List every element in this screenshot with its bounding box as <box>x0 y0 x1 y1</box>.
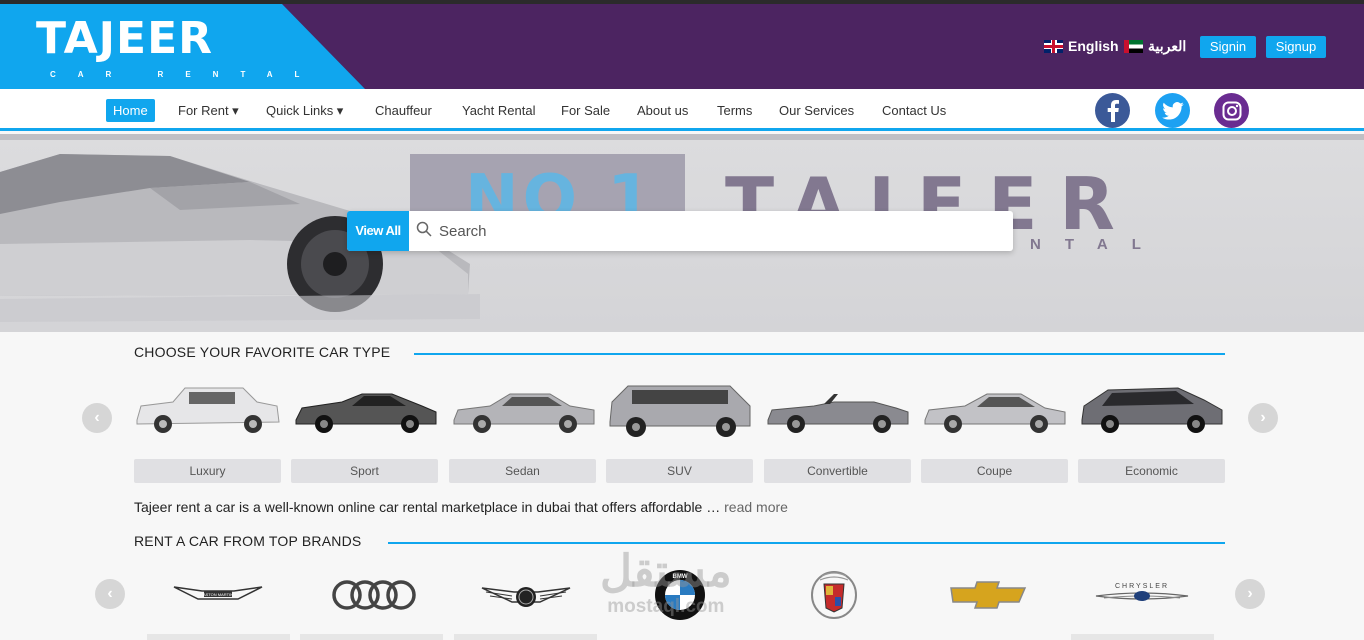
brand-chevrolet[interactable] <box>933 565 1043 625</box>
car-types-next-button[interactable]: › <box>1248 403 1278 433</box>
card-edge <box>147 634 290 640</box>
coupe-car-image[interactable] <box>921 380 1069 440</box>
nav-quick-links[interactable]: Quick Links ▾ <box>259 99 350 122</box>
view-all-button[interactable]: View All <box>347 211 409 251</box>
instagram-icon[interactable] <box>1214 93 1249 128</box>
luxury-car-image[interactable] <box>133 380 281 440</box>
nav-chauffeur[interactable]: Chauffeur <box>368 99 439 122</box>
nav-our-services[interactable]: Our Services <box>772 99 861 122</box>
watermark: مستقل mostaql.com <box>600 548 732 618</box>
uk-flag-icon <box>1044 39 1063 53</box>
card-edge <box>300 634 443 640</box>
lang-english-link[interactable]: English <box>1044 38 1119 54</box>
chevron-left-icon: ‹ <box>94 409 100 426</box>
car-type-convertible[interactable]: Convertible <box>764 459 911 483</box>
description-text: Tajeer rent a car is a well-known online… <box>134 499 788 515</box>
sedan-car-image[interactable] <box>450 380 598 440</box>
brand-cadillac[interactable] <box>779 565 889 625</box>
sport-car-image[interactable] <box>292 380 440 440</box>
car-type-luxury[interactable]: Luxury <box>134 459 281 483</box>
brands-title: RENT A CAR FROM TOP BRANDS <box>134 533 362 549</box>
lang-arabic-link[interactable]: العربية <box>1124 38 1186 55</box>
brand-chrysler[interactable]: CHRYSLER <box>1087 565 1197 625</box>
car-types-divider <box>414 353 1225 355</box>
car-type-coupe[interactable]: Coupe <box>921 459 1068 483</box>
audi-logo-icon <box>332 580 416 610</box>
search-icon <box>416 221 432 242</box>
search-input[interactable] <box>439 219 999 243</box>
chevron-left-icon: ‹ <box>107 585 113 602</box>
logo[interactable]: TAJEER <box>36 14 213 64</box>
nav-home[interactable]: Home <box>106 99 155 122</box>
description-body: Tajeer rent a car is a well-known online… <box>134 499 721 515</box>
car-type-sport[interactable]: Sport <box>291 459 438 483</box>
card-edge <box>454 634 597 640</box>
header: TAJEER CAR RENTAL English العربية Signin… <box>0 4 1364 89</box>
aston-martin-logo-icon: ASTON MARTIN <box>173 586 263 600</box>
brands-next-button[interactable]: › <box>1235 579 1265 609</box>
nav-about-us[interactable]: About us <box>630 99 695 122</box>
suv-car-image[interactable] <box>606 380 754 440</box>
watermark-latin: mostaql.com <box>607 596 725 617</box>
uae-flag-icon <box>1124 40 1143 53</box>
chevron-right-icon: › <box>1247 585 1253 602</box>
car-type-suv[interactable]: SUV <box>606 459 753 483</box>
lang-arabic-label: العربية <box>1148 38 1187 54</box>
car-type-economic[interactable]: Economic <box>1078 459 1225 483</box>
chrysler-logo-text: CHRYSLER <box>1115 583 1169 590</box>
brands-prev-button[interactable]: ‹ <box>95 579 125 609</box>
signup-button[interactable]: Signup <box>1266 36 1326 58</box>
brand-aston-martin[interactable]: ASTON MARTIN <box>163 565 273 625</box>
signin-button[interactable]: Signin <box>1200 36 1256 58</box>
watermark-arabic: مستقل <box>600 547 732 596</box>
facebook-icon[interactable] <box>1095 93 1130 128</box>
hero-stripe <box>0 134 1364 140</box>
bentley-logo-icon <box>481 587 571 607</box>
twitter-icon[interactable] <box>1155 93 1190 128</box>
cadillac-logo-icon <box>811 571 857 619</box>
brand-bentley[interactable] <box>471 565 581 625</box>
nav-contact-us[interactable]: Contact Us <box>875 99 953 122</box>
car-types-prev-button[interactable]: ‹ <box>82 403 112 433</box>
nav-terms[interactable]: Terms <box>710 99 759 122</box>
read-more-link[interactable]: read more <box>724 499 788 515</box>
nav-for-sale[interactable]: For Sale <box>554 99 617 122</box>
search-bar: View All <box>347 211 1013 251</box>
lang-english-label: English <box>1068 38 1119 54</box>
aston-martin-logo-text: ASTON MARTIN <box>203 592 233 597</box>
convertible-car-image[interactable] <box>764 380 912 440</box>
nav-yacht-rental[interactable]: Yacht Rental <box>455 99 542 122</box>
card-edge <box>1071 634 1214 640</box>
brands-divider <box>388 542 1225 544</box>
brand-audi[interactable] <box>318 565 428 625</box>
chevron-right-icon: › <box>1260 409 1266 426</box>
logo-subtitle: CAR RENTAL <box>50 70 322 79</box>
main-nav: Home For Rent ▾ Quick Links ▾ Chauffeur … <box>0 89 1364 131</box>
nav-for-rent[interactable]: For Rent ▾ <box>171 99 246 122</box>
car-types-title: CHOOSE YOUR FAVORITE CAR TYPE <box>134 344 391 360</box>
chevrolet-bowtie-icon <box>950 581 1027 609</box>
car-type-sedan[interactable]: Sedan <box>449 459 596 483</box>
economic-car-image[interactable] <box>1078 380 1226 440</box>
chrysler-logo-icon: CHRYSLER <box>1095 583 1189 601</box>
hero-subtitle: NTAL <box>1030 236 1165 253</box>
